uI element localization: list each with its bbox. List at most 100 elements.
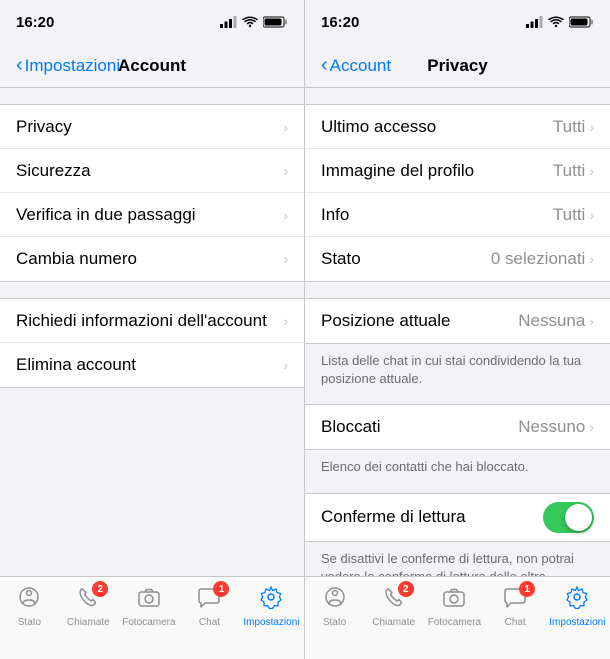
- list-item-sicurezza[interactable]: Sicurezza ›: [0, 149, 304, 193]
- list-item-richiedi[interactable]: Richiedi informazioni dell'account ›: [0, 299, 304, 343]
- toggle-knob-conferme: [565, 504, 592, 531]
- chevron-posizione: ›: [589, 313, 594, 329]
- circle-icon-left: [17, 585, 41, 609]
- tab-fotocamera-left[interactable]: Fotocamera: [122, 585, 175, 628]
- label-immagine: Immagine del profilo: [321, 161, 474, 181]
- camera-icon-right: [442, 585, 466, 609]
- badge-chiamate-right: 2: [398, 581, 414, 597]
- tab-bar-right: Stato 2 Chiamate Fotocamera: [305, 576, 610, 659]
- label-richiedi: Richiedi informazioni dell'account: [16, 311, 267, 331]
- list-item-verifica[interactable]: Verifica in due passaggi ›: [0, 193, 304, 237]
- content-right: Ultimo accesso Tutti › Immagine del prof…: [305, 88, 610, 576]
- tab-chiamate-right[interactable]: 2 Chiamate: [369, 585, 419, 628]
- back-chevron-left: ‹: [16, 54, 23, 77]
- value-stato: 0 selezionati: [491, 249, 586, 269]
- nav-bar-left: ‹ Impostazioni Account: [0, 44, 304, 88]
- toggle-row-conferme: Conferme di lettura: [305, 493, 610, 542]
- tab-chiamate-left[interactable]: 2 Chiamate: [63, 585, 113, 628]
- chevron-ultimo-accesso: ›: [589, 119, 594, 135]
- tab-stato-left[interactable]: Stato: [4, 585, 54, 628]
- signal-icon-right: [526, 16, 543, 28]
- label-elimina: Elimina account: [16, 355, 136, 375]
- back-chevron-right: ‹: [321, 54, 328, 77]
- label-cambia: Cambia numero: [16, 249, 137, 269]
- list-group-actions: Richiedi informazioni dell'account › Eli…: [0, 298, 304, 388]
- camera-icon-left: [137, 585, 161, 609]
- right-panel: 16:20 ‹ Account: [305, 0, 610, 659]
- toggle-conferme[interactable]: [543, 502, 594, 533]
- right-sicurezza: ›: [283, 163, 288, 179]
- tab-icon-wrap-stato-right: [323, 585, 347, 614]
- label-privacy: Privacy: [16, 117, 72, 137]
- list-item-bloccati[interactable]: Bloccati Nessuno ›: [305, 405, 610, 449]
- back-button-right[interactable]: ‹ Account: [321, 54, 391, 77]
- tab-icon-wrap-chat-left: 1: [197, 585, 221, 614]
- tab-chat-left[interactable]: 1 Chat: [184, 585, 234, 628]
- label-ultimo-accesso: Ultimo accesso: [321, 117, 436, 137]
- tab-icon-wrap-camera-right: [442, 585, 466, 614]
- footer-conferme: Se disattivi le conferme di lettura, non…: [305, 542, 610, 576]
- status-bar-left: 16:20: [0, 0, 304, 44]
- label-sicurezza: Sicurezza: [16, 161, 91, 181]
- tab-fotocamera-right[interactable]: Fotocamera: [428, 585, 481, 628]
- list-item-posizione[interactable]: Posizione attuale Nessuna ›: [305, 299, 610, 343]
- tab-icon-wrap-stato-left: [17, 585, 41, 614]
- chevron-richiedi: ›: [283, 313, 288, 329]
- back-button-left[interactable]: ‹ Impostazioni: [16, 54, 120, 77]
- tab-stato-right[interactable]: Stato: [310, 585, 360, 628]
- time-right: 16:20: [321, 14, 359, 31]
- tab-chat-right[interactable]: 1 Chat: [490, 585, 540, 628]
- right-ultimo-accesso: Tutti ›: [553, 117, 594, 137]
- list-group-bloccati: Bloccati Nessuno ›: [305, 404, 610, 450]
- value-immagine: Tutti: [553, 161, 585, 181]
- tab-icon-wrap-chiamate-right: 2: [382, 585, 406, 614]
- chevron-immagine: ›: [589, 163, 594, 179]
- list-item-immagine[interactable]: Immagine del profilo Tutti ›: [305, 149, 610, 193]
- tab-label-camera-right: Fotocamera: [428, 617, 481, 628]
- tab-label-settings-left: Impostazioni: [243, 617, 299, 628]
- back-label-right: Account: [330, 56, 391, 76]
- gear-icon-left: [259, 585, 283, 609]
- chevron-verifica: ›: [283, 207, 288, 223]
- list-item-cambia[interactable]: Cambia numero ›: [0, 237, 304, 281]
- tab-impostazioni-left[interactable]: Impostazioni: [243, 585, 299, 628]
- status-icons-left: [220, 16, 288, 28]
- list-item-stato[interactable]: Stato 0 selezionati ›: [305, 237, 610, 281]
- list-group-account: Privacy › Sicurezza › Verifica in due pa…: [0, 104, 304, 282]
- right-bloccati: Nessuno ›: [518, 417, 594, 437]
- tab-icon-wrap-camera-left: [137, 585, 161, 614]
- tab-label-camera-left: Fotocamera: [122, 617, 175, 628]
- circle-icon-right: [323, 585, 347, 609]
- list-item-ultimo-accesso[interactable]: Ultimo accesso Tutti ›: [305, 105, 610, 149]
- list-group-privacy: Ultimo accesso Tutti › Immagine del prof…: [305, 104, 610, 282]
- value-bloccati: Nessuno: [518, 417, 585, 437]
- list-item-privacy[interactable]: Privacy ›: [0, 105, 304, 149]
- tab-icon-wrap-settings-right: [565, 585, 589, 614]
- nav-title-right: Privacy: [427, 56, 488, 76]
- footer-bloccati: Elenco dei contatti che hai bloccato.: [305, 450, 610, 484]
- right-elimina: ›: [283, 357, 288, 373]
- section-bloccati: Bloccati Nessuno › Elenco dei contatti c…: [305, 404, 610, 484]
- badge-chat-right: 1: [519, 581, 535, 597]
- chevron-bloccati: ›: [589, 419, 594, 435]
- chevron-info: ›: [589, 207, 594, 223]
- tab-label-chat-left: Chat: [199, 617, 220, 628]
- tab-icon-wrap-chiamate-left: 2: [76, 585, 100, 614]
- back-label-left: Impostazioni: [25, 56, 120, 76]
- chevron-elimina: ›: [283, 357, 288, 373]
- list-item-info[interactable]: Info Tutti ›: [305, 193, 610, 237]
- tab-label-settings-right: Impostazioni: [549, 617, 605, 628]
- label-bloccati: Bloccati: [321, 417, 381, 437]
- status-bar-right: 16:20: [305, 0, 610, 44]
- value-info: Tutti: [553, 205, 585, 225]
- tab-impostazioni-right[interactable]: Impostazioni: [549, 585, 605, 628]
- right-immagine: Tutti ›: [553, 161, 594, 181]
- tab-label-stato-right: Stato: [323, 617, 346, 628]
- list-item-elimina[interactable]: Elimina account ›: [0, 343, 304, 387]
- badge-chiamate-left: 2: [92, 581, 108, 597]
- chevron-privacy: ›: [283, 119, 288, 135]
- label-info: Info: [321, 205, 349, 225]
- label-verifica: Verifica in due passaggi: [16, 205, 196, 225]
- chevron-stato: ›: [589, 251, 594, 267]
- section-account-settings: Privacy › Sicurezza › Verifica in due pa…: [0, 104, 304, 282]
